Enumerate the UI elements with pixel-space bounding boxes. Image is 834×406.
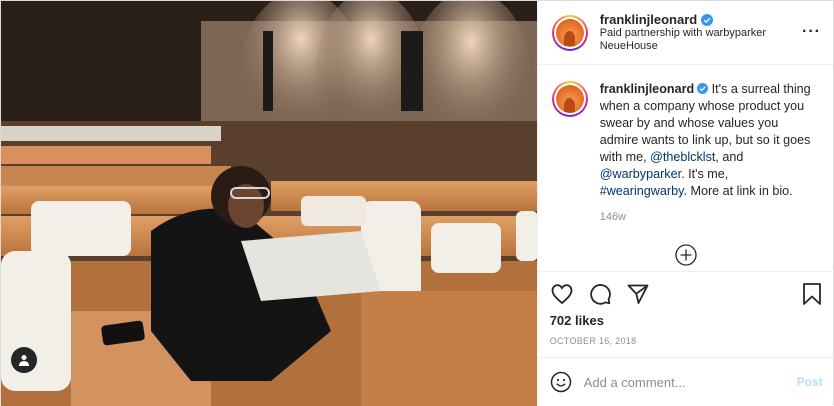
mention-theblcklst[interactable]: @theblcklst — [650, 150, 715, 164]
comment-input[interactable]: Add a comment... — [584, 375, 797, 390]
post-sidebar: franklinjleonard Paid partnership with w… — [536, 1, 834, 406]
post-comment-button[interactable]: Post — [797, 375, 823, 389]
verified-badge-icon — [701, 13, 714, 26]
emoji-icon[interactable] — [550, 371, 572, 393]
caption-body-3: . It's me, — [681, 167, 729, 181]
photo-scene — [1, 1, 537, 406]
post-photo[interactable] — [1, 1, 537, 406]
location[interactable]: NeueHouse — [600, 40, 766, 53]
share-icon[interactable] — [626, 282, 650, 306]
like-heart-icon[interactable] — [550, 282, 574, 306]
like-count[interactable]: 702 likes — [550, 313, 823, 328]
avatar[interactable] — [551, 14, 588, 51]
caption-body-4: . More at link in bio. — [683, 184, 793, 198]
post-actions: 702 likes OCTOBER 16, 2018 — [537, 271, 834, 346]
caption: franklinjleonard It's a surreal thing wh… — [538, 65, 833, 226]
caption-body-2: , and — [715, 150, 744, 164]
partnership-line: Paid partnership with warbyparker — [600, 27, 766, 40]
load-more-comments-icon[interactable] — [675, 244, 697, 266]
caption-username[interactable]: franklinjleonard — [600, 82, 694, 96]
post-date[interactable]: OCTOBER 16, 2018 — [550, 336, 823, 346]
tagged-user-button[interactable] — [11, 347, 37, 373]
user-icon — [19, 355, 29, 366]
header-text: franklinjleonard Paid partnership with w… — [600, 12, 766, 53]
verified-badge-icon — [697, 83, 709, 94]
caption-avatar[interactable] — [551, 81, 588, 117]
comment-icon[interactable] — [588, 282, 612, 306]
partnership-label: Paid partnership with — [599, 27, 703, 39]
partner-link[interactable]: warbyparker — [706, 27, 767, 39]
hashtag-wearingwarby[interactable]: #wearingwarby — [600, 184, 684, 198]
header-username[interactable]: franklinjleonard — [600, 12, 698, 27]
more-options-icon[interactable]: ··· — [802, 23, 821, 41]
add-comment-bar: Add a comment... Post — [537, 357, 834, 406]
instagram-post: franklinjleonard Paid partnership with w… — [0, 0, 834, 406]
mention-warbyparker[interactable]: @warbyparker — [600, 167, 681, 181]
caption-timestamp[interactable]: 146w — [600, 209, 815, 226]
action-icons — [550, 272, 823, 316]
save-bookmark-icon[interactable] — [801, 282, 823, 306]
post-header: franklinjleonard Paid partnership with w… — [537, 1, 833, 65]
caption-text: franklinjleonard It's a surreal thing wh… — [600, 81, 815, 226]
